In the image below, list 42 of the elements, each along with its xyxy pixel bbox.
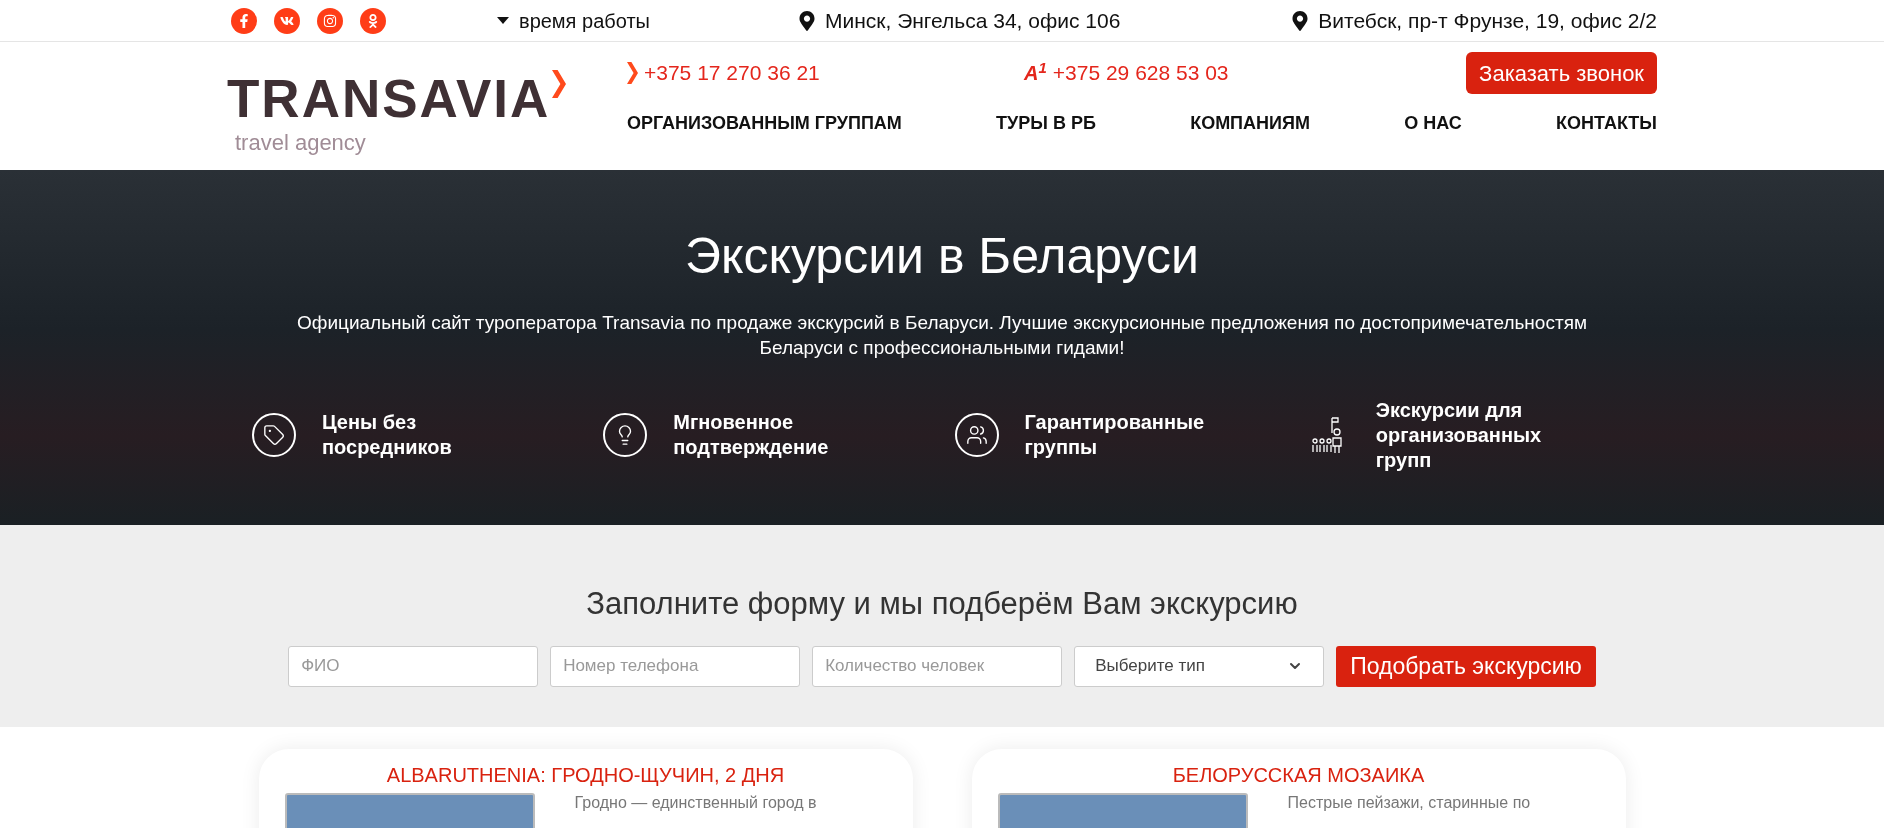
- phone-link[interactable]: +375 29 628 53 03: [1052, 57, 1229, 89]
- nav-link[interactable]: КОМПАНИЯМ: [1190, 110, 1310, 137]
- tour-title[interactable]: БЕЛОРУССКАЯ МОЗАИКА: [1172, 763, 1425, 787]
- phone-link[interactable]: +375 17 270 36 21: [644, 57, 820, 89]
- tour-description: Гродно — единственный город в: [574, 793, 817, 813]
- vk-icon[interactable]: [274, 7, 300, 34]
- type-select[interactable]: Выберите тип: [1074, 645, 1325, 687]
- operator-logo: A$^{1}$: [1024, 58, 1047, 86]
- address-text: Витебск, пр-т Фрунзе, 19, офис 2/2: [1318, 7, 1657, 34]
- group-icon: [1310, 415, 1345, 455]
- map-pin-icon: [797, 10, 817, 31]
- form-title: Заполните форму и мы подберём Вам экскурсию: [586, 585, 1298, 623]
- facebook-icon[interactable]: [231, 7, 257, 34]
- odnoklassniki-icon[interactable]: [360, 7, 386, 34]
- nav-link[interactable]: ОРГАНИЗОВАННЫМ ГРУППАМ: [627, 110, 902, 137]
- submit-button[interactable]: Подобрать экскурсию: [1336, 645, 1596, 687]
- people-icon: [954, 413, 999, 457]
- feature-label: Цены без посредников: [322, 410, 453, 460]
- hours-toggle[interactable]: время работы: [497, 5, 797, 36]
- hero-title: Экскурсии в Беларуси: [685, 227, 1199, 286]
- chevron-icon: [627, 62, 638, 84]
- tag-icon: [252, 413, 296, 457]
- nav-link[interactable]: ТУРЫ В РБ: [996, 110, 1096, 137]
- feature-label: Мгновенное подтверждение: [673, 410, 830, 460]
- instagram-icon[interactable]: [317, 7, 343, 34]
- tour-title[interactable]: ALBARUTHENIA: ГРОДНО-ЩУЧИН, 2 ДНЯ: [386, 763, 785, 787]
- logo-tagline: travel agency: [234, 129, 367, 157]
- logo-text[interactable]: TRANSAVIA: [227, 72, 551, 125]
- caret-icon: [497, 17, 509, 24]
- nav-link[interactable]: О НАС: [1404, 110, 1462, 137]
- input-field[interactable]: Номер телефона: [550, 645, 801, 687]
- input-field[interactable]: ФИО: [288, 645, 539, 687]
- callback-button[interactable]: Заказать звонок: [1466, 52, 1657, 94]
- tour-description: Пестрые пейзажи, старинные по: [1287, 793, 1531, 813]
- feature-label: Гарантированные группы: [1024, 410, 1205, 460]
- address-text: Минск, Энгельса 34, офис 106: [825, 7, 1121, 34]
- feature-label: Экскурсии для организованных групп: [1375, 397, 1543, 473]
- hero-description: Официальный сайт туроператора Transavia по продаже экскурсий в Беларуси. Лучшие экскурсионные предложения по достопримечательностям Беларуси с профессиональными гидами!: [296, 310, 1588, 360]
- input-field[interactable]: Количество человек: [812, 645, 1063, 687]
- logo-chevron-icon: [552, 70, 567, 98]
- nav-link[interactable]: КОНТАКТЫ: [1556, 110, 1657, 137]
- lightbulb-icon: [603, 413, 648, 457]
